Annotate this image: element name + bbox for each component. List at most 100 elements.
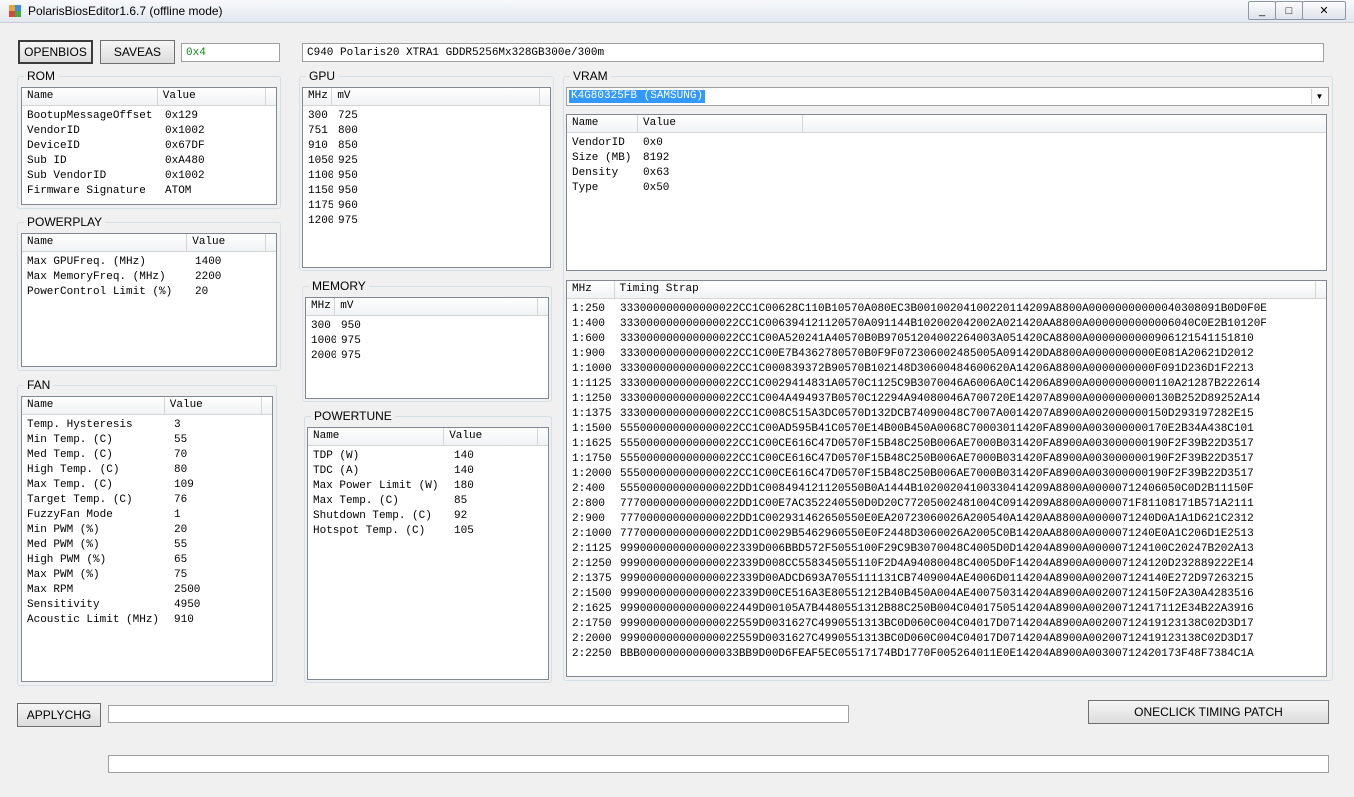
list-item[interactable]: 1050 925 xyxy=(303,155,550,170)
list-item[interactable]: VendorID 0x0 xyxy=(567,137,1326,152)
column-header-name[interactable]: Name xyxy=(22,234,188,251)
list-item[interactable]: Med Temp. (C) 70 xyxy=(22,449,272,464)
vram-list[interactable]: Name Value VendorID 0x0 Size (MB) 8192 Density… xyxy=(566,114,1327,271)
list-item[interactable]: Max Temp. (C) 85 xyxy=(308,495,548,510)
list-item[interactable]: 2:400 555000000000000022DD1C0084941211205… xyxy=(567,483,1326,498)
gpu-list[interactable]: MHz mV 300 725 751 800 910 850 1050 925 1100 950 115… xyxy=(302,87,551,268)
maximize-button[interactable]: □ xyxy=(1275,1,1303,20)
list-item[interactable]: 1200 975 xyxy=(303,215,550,230)
list-item[interactable]: Sub VendorID 0x1002 xyxy=(22,170,276,185)
list-item[interactable]: 2:1375 999000000000000022339D00ADCD693A70… xyxy=(567,573,1326,588)
memory-list[interactable]: MHz mV 300 950 1000 975 2000 975 xyxy=(305,297,549,399)
list-item[interactable]: 1000 975 xyxy=(306,335,548,350)
list-item[interactable]: 2:1250 999000000000000022339D008CC5583450… xyxy=(567,558,1326,573)
list-item[interactable]: 2:1000 777000000000000022DD1C0029B5462960… xyxy=(567,528,1326,543)
list-item[interactable]: Acoustic Limit (MHz) 910 xyxy=(22,614,272,629)
column-header-name[interactable]: Name xyxy=(567,115,638,132)
list-item[interactable]: Max Power Limit (W) 180 xyxy=(308,480,548,495)
open-bios-button[interactable]: OPENBIOS xyxy=(18,40,93,64)
list-item[interactable]: BootupMessageOffset 0x129 xyxy=(22,110,276,125)
vram-chip-dropdown[interactable]: K4G80325FB (SAMSUNG) ▼ xyxy=(566,87,1329,106)
column-header-mhz[interactable]: MHz xyxy=(303,88,333,105)
list-item[interactable]: Hotspot Temp. (C) 105 xyxy=(308,525,548,540)
list-item[interactable]: 1:2000 555000000000000022CC1C00CE616C47D0… xyxy=(567,468,1326,483)
list-item[interactable]: PowerControl Limit (%) 20 xyxy=(22,286,276,301)
list-item[interactable]: Target Temp. (C) 76 xyxy=(22,494,272,509)
powerplay-list[interactable]: Name Value Max GPUFreq. (MHz) 1400 Max Memor… xyxy=(21,233,277,367)
column-header-mv[interactable]: mV xyxy=(332,88,540,105)
column-header-name[interactable]: Name xyxy=(22,397,165,414)
rom-list[interactable]: Name Value BootupMessageOffset 0x129 VendorI… xyxy=(21,87,277,205)
list-item[interactable]: 1:1000 333000000000000022CC1C000839372B90… xyxy=(567,363,1326,378)
list-item[interactable]: Density 0x63 xyxy=(567,167,1326,182)
list-item[interactable]: TDC (A) 140 xyxy=(308,465,548,480)
list-item[interactable]: Med PWM (%) 55 xyxy=(22,539,272,554)
one-click-timing-patch-button[interactable]: ONECLICK TIMING PATCH xyxy=(1088,700,1329,724)
list-item[interactable]: 1:1625 555000000000000022CC1C00CE616C47D0… xyxy=(567,438,1326,453)
list-item[interactable]: 910 850 xyxy=(303,140,550,155)
list-item[interactable]: Max PWM (%) 75 xyxy=(22,569,272,584)
column-header-timing-strap[interactable]: Timing Strap xyxy=(615,281,1316,298)
list-item[interactable]: Max GPUFreq. (MHz) 1400 xyxy=(22,256,276,271)
list-item[interactable]: 1:900 333000000000000022CC1C00E7B43627805… xyxy=(567,348,1326,363)
list-item[interactable]: 1100 950 xyxy=(303,170,550,185)
fan-list[interactable]: Name Value Temp. Hysteresis 3 Min Temp. (C) 5… xyxy=(21,396,273,682)
list-item[interactable]: 1150 950 xyxy=(303,185,550,200)
list-item[interactable]: 2000 975 xyxy=(306,350,548,365)
list-item[interactable]: VendorID 0x1002 xyxy=(22,125,276,140)
bios-info-field[interactable]: C940 Polaris20 XTRA1 GDDR5256Mx328GB300e… xyxy=(302,43,1324,62)
list-item[interactable]: Sub ID 0xA480 xyxy=(22,155,276,170)
chevron-down-icon[interactable]: ▼ xyxy=(1311,89,1327,104)
column-header-value[interactable]: Value xyxy=(444,428,538,445)
close-button[interactable]: ✕ xyxy=(1302,1,1346,20)
apply-changes-button[interactable]: APPLYCHG xyxy=(17,703,101,727)
list-item[interactable]: 2:1125 999000000000000022339D006BBD572F50… xyxy=(567,543,1326,558)
list-item[interactable]: 300 950 xyxy=(306,320,548,335)
list-item[interactable]: FuzzyFan Mode 1 xyxy=(22,509,272,524)
list-item[interactable]: 2:1500 999000000000000022339D00CE516A3E80… xyxy=(567,588,1326,603)
column-header-mhz[interactable]: MHz xyxy=(306,298,336,315)
list-item[interactable]: Max Temp. (C) 109 xyxy=(22,479,272,494)
list-item[interactable]: 1:1750 555000000000000022CC1C00CE616C47D0… xyxy=(567,453,1326,468)
minimize-button[interactable]: _ xyxy=(1248,1,1276,20)
column-header-value[interactable]: Value xyxy=(158,88,266,105)
column-header-name[interactable]: Name xyxy=(22,88,158,105)
apply-status-field[interactable] xyxy=(108,705,849,723)
list-item[interactable]: DeviceID 0x67DF xyxy=(22,140,276,155)
list-item[interactable]: Min PWM (%) 20 xyxy=(22,524,272,539)
column-header-mhz[interactable]: MHz xyxy=(567,281,615,298)
list-item[interactable]: 1:1500 555000000000000022CC1C00AD595B41C0… xyxy=(567,423,1326,438)
list-item[interactable]: High Temp. (C) 80 xyxy=(22,464,272,479)
list-item[interactable]: 300 725 xyxy=(303,110,550,125)
list-item[interactable]: 2:2250 BBB000000000000033BB9D00D6FEAF5EC0… xyxy=(567,648,1326,663)
list-item[interactable]: TDP (W) 140 xyxy=(308,450,548,465)
column-header-value[interactable]: Value xyxy=(165,397,262,414)
list-item[interactable]: Sensitivity 4950 xyxy=(22,599,272,614)
list-item[interactable]: Max MemoryFreq. (MHz) 2200 xyxy=(22,271,276,286)
list-item[interactable]: 1:1250 333000000000000022CC1C004A494937B0… xyxy=(567,393,1326,408)
list-item[interactable]: 1:400 333000000000000022CC1C0063941211205… xyxy=(567,318,1326,333)
list-item[interactable]: Min Temp. (C) 55 xyxy=(22,434,272,449)
list-item[interactable]: 2:2000 999000000000000022559D0031627C4990… xyxy=(567,633,1326,648)
list-item[interactable]: Temp. Hysteresis 3 xyxy=(22,419,272,434)
status-bar-field[interactable] xyxy=(108,755,1329,773)
list-item[interactable]: 2:1625 999000000000000022449D00105A7B4480… xyxy=(567,603,1326,618)
list-item[interactable]: 2:900 777000000000000022DD1C0029314626505… xyxy=(567,513,1326,528)
list-item[interactable]: Size (MB) 8192 xyxy=(567,152,1326,167)
timing-strap-list[interactable]: MHz Timing Strap 1:250 333000000000000022CC… xyxy=(566,280,1327,677)
checksum-field[interactable]: 0x4 xyxy=(181,43,280,62)
save-as-button[interactable]: SAVEAS xyxy=(100,40,175,64)
column-header-name[interactable]: Name xyxy=(308,428,445,445)
list-item[interactable]: 751 800 xyxy=(303,125,550,140)
list-item[interactable]: Shutdown Temp. (C) 92 xyxy=(308,510,548,525)
list-item[interactable]: 1:250 333000000000000022CC1C00628C110B105… xyxy=(567,303,1326,318)
list-item[interactable]: Max RPM 2500 xyxy=(22,584,272,599)
column-header-value[interactable]: Value xyxy=(187,234,266,251)
list-item[interactable]: High PWM (%) 65 xyxy=(22,554,272,569)
list-item[interactable]: 1:1375 333000000000000022CC1C008C515A3DC0… xyxy=(567,408,1326,423)
list-item[interactable]: Firmware Signature ATOM xyxy=(22,185,276,200)
list-item[interactable]: Type 0x50 xyxy=(567,182,1326,197)
column-header-value[interactable]: Value xyxy=(638,115,803,132)
powertune-list[interactable]: Name Value TDP (W) 140 TDC (A) 140 Max Power L… xyxy=(307,427,549,680)
list-item[interactable]: 1:600 333000000000000022CC1C00A520241A405… xyxy=(567,333,1326,348)
